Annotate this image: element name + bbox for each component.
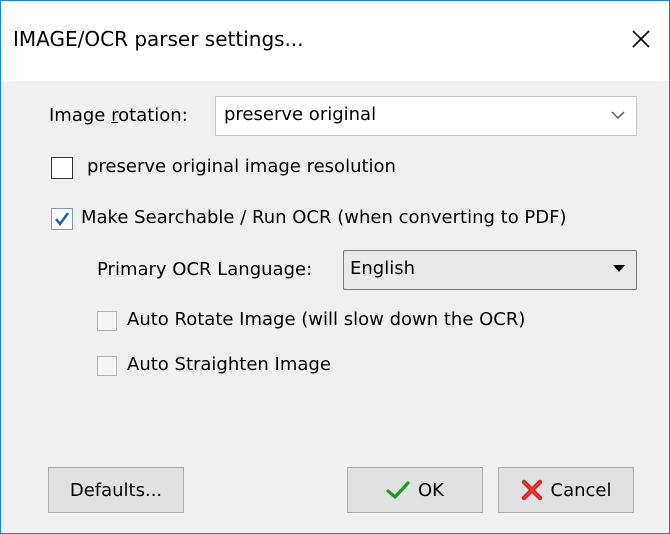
title-bar: IMAGE/OCR parser settings... xyxy=(1,1,669,81)
ok-button[interactable]: OK xyxy=(347,467,483,513)
image-rotation-value: preserve original xyxy=(224,104,377,125)
ocr-language-value: English xyxy=(350,258,415,279)
defaults-button-label: Defaults... xyxy=(69,479,163,501)
defaults-button[interactable]: Defaults... xyxy=(48,467,184,513)
cancel-button[interactable]: Cancel xyxy=(498,467,634,513)
make-searchable-checkbox[interactable] xyxy=(51,208,73,230)
dropdown-arrow-icon xyxy=(613,265,625,272)
auto-rotate-label: Auto Rotate Image (will slow down the OC… xyxy=(127,309,526,330)
image-rotation-label: Image rotation: xyxy=(49,105,188,126)
cancel-button-label: Cancel xyxy=(550,479,612,501)
preserve-resolution-checkbox[interactable] xyxy=(51,157,73,179)
checkmark-icon xyxy=(54,212,70,227)
close-icon xyxy=(632,30,650,48)
ocr-settings-dialog: IMAGE/OCR parser settings... Image rotat… xyxy=(0,0,670,534)
cancel-x-icon xyxy=(521,479,542,501)
make-searchable-label: Make Searchable / Run OCR (when converti… xyxy=(81,207,567,228)
checkmark-icon xyxy=(386,481,410,499)
preserve-resolution-label: preserve original image resolution xyxy=(87,156,396,177)
auto-rotate-checkbox[interactable] xyxy=(97,311,117,331)
auto-straighten-checkbox[interactable] xyxy=(97,356,117,376)
ocr-language-label: Primary OCR Language: xyxy=(97,259,313,280)
auto-straighten-label: Auto Straighten Image xyxy=(127,354,331,375)
close-button[interactable] xyxy=(617,15,665,63)
chevron-down-icon xyxy=(611,111,625,119)
window-title: IMAGE/OCR parser settings... xyxy=(13,27,304,51)
ocr-language-select[interactable]: English xyxy=(343,250,637,290)
ok-button-label: OK xyxy=(418,479,444,501)
image-rotation-select[interactable]: preserve original xyxy=(215,96,637,136)
